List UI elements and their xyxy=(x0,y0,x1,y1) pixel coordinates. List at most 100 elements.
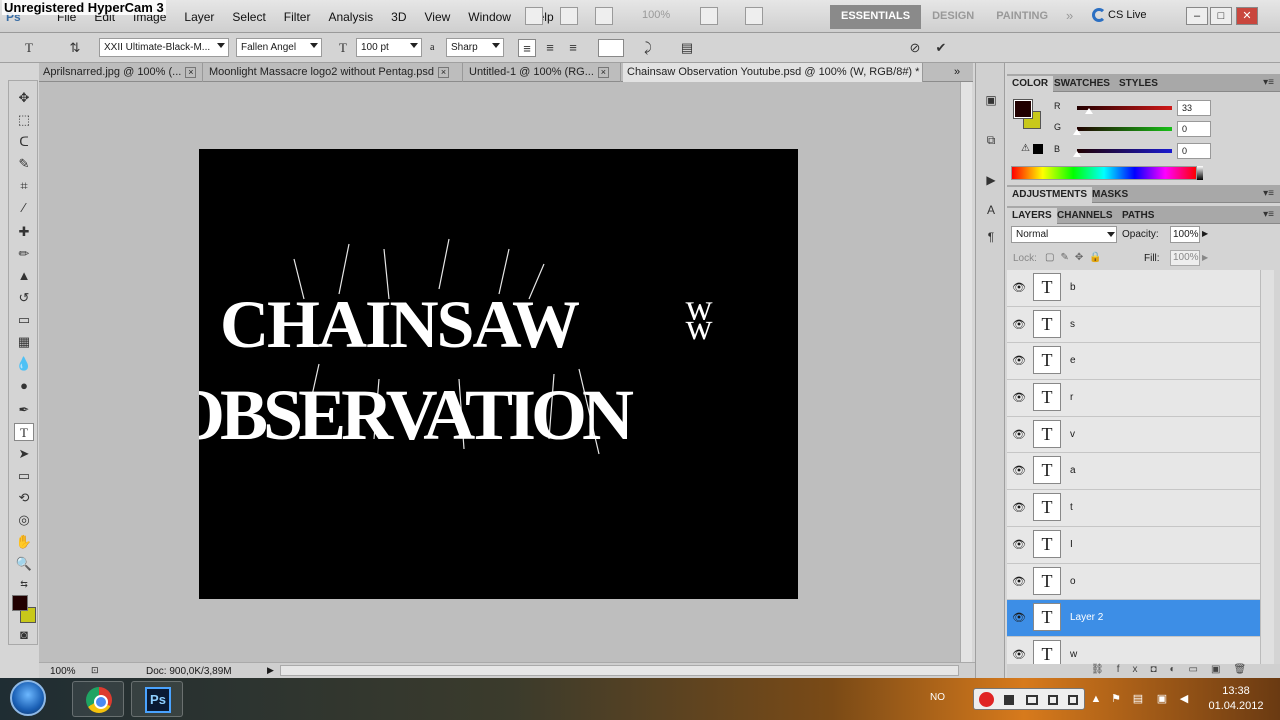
close-tab-icon[interactable]: × xyxy=(185,66,197,78)
align-center-icon[interactable]: ≡ xyxy=(541,39,559,57)
font-family-select[interactable]: XXII Ultimate-Black-M... xyxy=(99,38,229,57)
history-panel-icon[interactable]: ⧉ xyxy=(982,131,1000,149)
3d-rotate-tool-icon[interactable]: ⟲ xyxy=(14,489,34,507)
color-spectrum-bar[interactable] xyxy=(1011,166,1197,180)
channel-track[interactable] xyxy=(1077,149,1172,153)
cancel-edit-icon[interactable]: ⊘ xyxy=(906,39,924,57)
mini-bridge-panel-icon[interactable]: ▣ xyxy=(982,91,1000,109)
fill-field[interactable]: 100% xyxy=(1170,250,1200,266)
blur-tool-icon[interactable]: 💧 xyxy=(14,355,34,373)
menu-3d[interactable]: 3D xyxy=(382,8,415,26)
toggle-text-orientation-icon[interactable]: ⇅ xyxy=(66,39,84,57)
align-right-icon[interactable]: ≡ xyxy=(564,39,582,57)
healing-brush-tool-icon[interactable]: ✚ xyxy=(14,223,34,241)
screen-mode-icon[interactable] xyxy=(745,7,763,25)
close-tab-icon[interactable]: × xyxy=(597,66,609,78)
channel-value-field[interactable]: 0 xyxy=(1177,143,1211,159)
text-color-swatch[interactable] xyxy=(598,39,624,57)
character-panel-strip-icon[interactable]: A xyxy=(982,201,1000,219)
visibility-eye-icon[interactable]: 👁 xyxy=(1012,281,1026,294)
start-button[interactable] xyxy=(10,680,46,716)
3d-orbit-tool-icon[interactable]: ◎ xyxy=(14,511,34,529)
lock-icons[interactable]: ▢✎✥🔒 xyxy=(1045,252,1108,263)
hand-tool-icon[interactable]: ✋ xyxy=(14,533,34,551)
clone-stamp-tool-icon[interactable]: ▲ xyxy=(14,267,34,285)
gradient-tool-icon[interactable]: ▦ xyxy=(14,333,34,351)
layer-row[interactable]: 👁 Tw xyxy=(1007,637,1260,664)
document-tab[interactable]: Aprilsnarred.jpg @ 100% (... × xyxy=(39,63,203,82)
commit-edit-icon[interactable]: ✔ xyxy=(932,39,950,57)
menu-view[interactable]: View xyxy=(415,8,459,26)
menu-window[interactable]: Window xyxy=(459,8,520,26)
layer-row[interactable]: 👁 Ta xyxy=(1007,453,1260,491)
tab-channels[interactable]: CHANNELS xyxy=(1052,208,1118,224)
visibility-eye-icon[interactable]: 👁 xyxy=(1012,501,1026,514)
lasso-tool-icon[interactable]: ᑕ xyxy=(14,133,34,151)
type-tool-preset-icon[interactable]: T xyxy=(20,39,38,57)
menu-analysis[interactable]: Analysis xyxy=(319,8,382,26)
view-extras-icon[interactable] xyxy=(595,7,613,25)
minimize-button[interactable]: – xyxy=(1186,7,1208,25)
quick-mask-icon[interactable]: ◙ xyxy=(14,626,34,644)
close-button[interactable]: ✕ xyxy=(1236,7,1258,25)
layer-row[interactable]: 👁 To xyxy=(1007,564,1260,601)
foreground-color-swatch[interactable] xyxy=(12,595,28,611)
tray-volume-icon[interactable]: ◀ xyxy=(1178,693,1190,705)
visibility-eye-icon[interactable]: 👁 xyxy=(1012,428,1026,441)
warp-text-icon[interactable]: ⤸ xyxy=(639,39,657,57)
canvas-vertical-scrollbar[interactable] xyxy=(960,82,972,662)
layer-row[interactable]: 👁 T Layer 2 xyxy=(1007,600,1260,637)
close-tab-icon[interactable]: × xyxy=(438,66,450,78)
tab-styles[interactable]: STYLES xyxy=(1114,76,1163,92)
workspace-essentials[interactable]: ESSENTIALS xyxy=(830,5,922,29)
type-tool-icon[interactable]: T xyxy=(14,423,34,441)
layer-row[interactable]: 👁 Tb xyxy=(1007,270,1260,307)
zoom-level-select[interactable]: 100% xyxy=(642,9,670,21)
crop-tool-icon[interactable]: ⌗ xyxy=(14,177,34,195)
tab-adjustments[interactable]: ADJUSTMENTS xyxy=(1007,187,1093,203)
tray-network-icon[interactable]: ▤ xyxy=(1132,693,1144,705)
tray-monitor-icon[interactable]: ▣ xyxy=(1156,693,1168,705)
pen-tool-icon[interactable]: ✒ xyxy=(14,401,34,419)
layer-row[interactable]: 👁 Tt xyxy=(1007,490,1260,527)
document-tab[interactable]: Moonlight Massacre logo2 without Pentag.… xyxy=(205,63,463,82)
settings-icon[interactable] xyxy=(1068,695,1078,705)
taskbar-clock[interactable]: 13:38 01.04.2012 xyxy=(1196,684,1276,714)
slider-knob-icon[interactable] xyxy=(1073,151,1081,157)
swap-colors-icon[interactable]: ⇆ xyxy=(14,575,34,593)
visibility-eye-icon[interactable]: 👁 xyxy=(1012,354,1026,367)
document-canvas[interactable]: CHAINSAW OBSERVATION ʬ xyxy=(169,149,798,599)
cs-live-button[interactable]: CS Live xyxy=(1108,9,1147,21)
visibility-eye-icon[interactable]: 👁 xyxy=(1012,611,1026,624)
tab-color[interactable]: COLOR xyxy=(1007,76,1054,92)
tab-layers[interactable]: LAYERS xyxy=(1007,208,1057,224)
eraser-tool-icon[interactable]: ▭ xyxy=(14,311,34,329)
layer-row[interactable]: 👁 T I xyxy=(1007,527,1260,564)
menu-select[interactable]: Select xyxy=(223,8,274,26)
path-selection-tool-icon[interactable]: ➤ xyxy=(14,445,34,463)
more-workspaces-button[interactable]: » xyxy=(1066,8,1073,23)
tab-masks[interactable]: MASKS xyxy=(1087,187,1133,203)
channel-value-field[interactable]: 33 xyxy=(1177,100,1211,116)
opacity-field[interactable]: 100% xyxy=(1170,226,1200,243)
tabs-overflow-icon[interactable]: » xyxy=(954,66,960,78)
brush-tool-icon[interactable]: ✏ xyxy=(14,245,34,263)
language-indicator[interactable]: NO xyxy=(930,692,945,703)
taskbar-photoshop[interactable]: Ps xyxy=(131,681,183,717)
align-left-icon[interactable]: ≡ xyxy=(518,39,536,57)
panel-menu-icon[interactable]: ▾≡ xyxy=(1263,188,1274,199)
screen-icon[interactable] xyxy=(1026,695,1038,705)
menu-layer[interactable]: Layer xyxy=(175,8,223,26)
blend-mode-select[interactable]: Normal xyxy=(1011,226,1117,243)
restore-button[interactable]: □ xyxy=(1210,7,1232,25)
rectangle-tool-icon[interactable]: ▭ xyxy=(14,467,34,485)
actions-panel-icon[interactable]: ▶ xyxy=(982,171,1000,189)
slider-knob-icon[interactable] xyxy=(1073,129,1081,135)
workspace-design[interactable]: DESIGN xyxy=(921,5,985,29)
tab-swatches[interactable]: SWATCHES xyxy=(1049,76,1115,92)
layer-row[interactable]: 👁 Te xyxy=(1007,343,1260,381)
document-tab[interactable]: Chainsaw Observation Youtube.psd @ 100% … xyxy=(623,63,923,82)
status-zoom[interactable]: 100% xyxy=(50,666,76,677)
visibility-eye-icon[interactable]: 👁 xyxy=(1012,318,1026,331)
tray-flag-icon[interactable]: ⚑ xyxy=(1110,693,1122,705)
